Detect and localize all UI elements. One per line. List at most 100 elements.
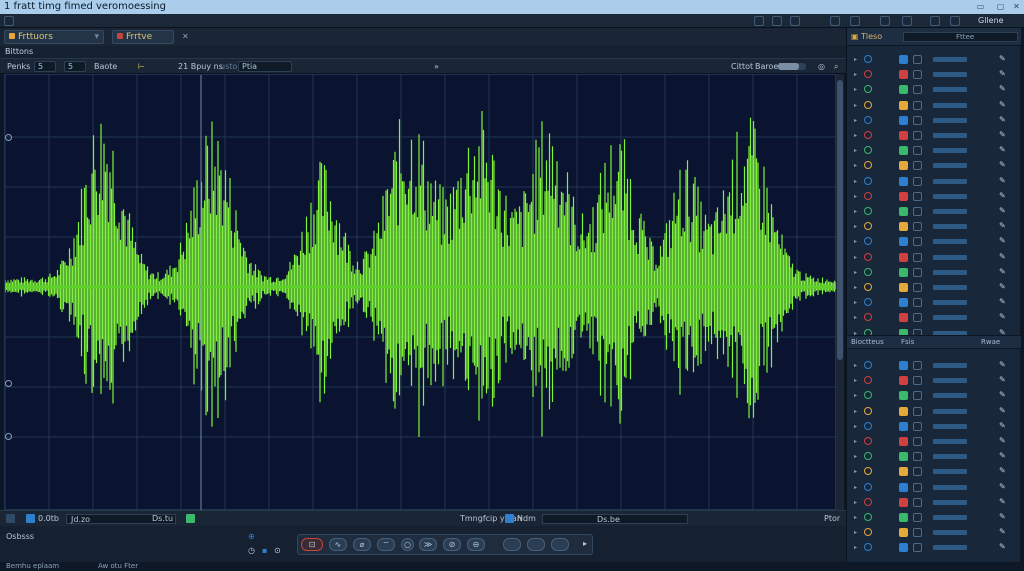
track-monitor-icon[interactable] [864, 115, 872, 124]
track-level-bar[interactable] [933, 393, 967, 399]
track-monitor-icon[interactable] [864, 237, 872, 246]
track-edit-icon[interactable]: ✎ [999, 497, 1007, 507]
play-region-icon[interactable] [26, 514, 35, 523]
track-fx-icon[interactable] [913, 361, 922, 370]
track-monitor-icon[interactable] [864, 497, 872, 506]
track-row[interactable]: ▸ ✎ [851, 312, 1017, 324]
track-fx-icon[interactable] [913, 497, 922, 507]
transport-link-icon[interactable]: ⊕ [248, 532, 255, 541]
track-monitor-icon[interactable] [864, 161, 872, 170]
track-row[interactable]: ▸ ✎ [851, 542, 1017, 554]
track-edit-icon[interactable]: ✎ [999, 436, 1007, 446]
undo-icon[interactable] [830, 16, 840, 26]
track-row[interactable]: ▸ ✎ [851, 436, 1017, 448]
track-arm-icon[interactable]: ▸ [854, 208, 859, 216]
track-edit-icon[interactable]: ✎ [999, 451, 1007, 461]
track-edit-icon[interactable]: ✎ [999, 130, 1007, 140]
track-color-icon[interactable] [899, 115, 908, 125]
track-edit-icon[interactable]: ✎ [999, 54, 1007, 64]
back-button[interactable]: ⌀ [353, 538, 371, 551]
track-monitor-icon[interactable] [864, 467, 872, 476]
track-arm-icon[interactable]: ▸ [854, 269, 859, 277]
track-fx-icon[interactable] [913, 115, 922, 125]
track-row[interactable]: ▸ ✎ [851, 176, 1017, 188]
loop-button[interactable]: ⌔ [377, 538, 395, 551]
option-button-3[interactable] [551, 538, 569, 551]
track-fx-icon[interactable] [913, 467, 922, 477]
track-edit-icon[interactable]: ✎ [999, 69, 1007, 79]
track-color-icon[interactable] [899, 482, 908, 492]
track-fx-icon[interactable] [913, 482, 922, 492]
track-color-icon[interactable] [899, 252, 908, 262]
track-level-bar[interactable] [933, 454, 967, 460]
track-fx-icon[interactable] [913, 283, 922, 292]
track-level-bar[interactable] [933, 163, 967, 169]
track-monitor-icon[interactable] [864, 543, 872, 552]
new-icon[interactable] [754, 16, 764, 26]
track-row[interactable]: ▸ ✎ [851, 191, 1017, 203]
track-monitor-icon[interactable] [864, 55, 872, 63]
track-level-bar[interactable] [933, 378, 967, 384]
track-search-field[interactable]: Fttee [903, 32, 1018, 42]
track-monitor-icon[interactable] [864, 222, 872, 231]
track-fx-icon[interactable] [913, 252, 922, 262]
track-arm-icon[interactable]: ▸ [854, 438, 859, 446]
track-edit-icon[interactable]: ✎ [999, 176, 1007, 186]
track-level-bar[interactable] [933, 224, 967, 230]
track-color-icon[interactable] [899, 376, 908, 386]
track-color-icon[interactable] [899, 283, 908, 292]
track-edit-icon[interactable]: ✎ [999, 236, 1007, 246]
track-arm-icon[interactable]: ▸ [854, 284, 859, 292]
track-fx-icon[interactable] [913, 222, 922, 232]
track-color-icon[interactable] [899, 70, 908, 80]
track-monitor-icon[interactable] [864, 298, 872, 307]
track-arm-icon[interactable]: ▸ [854, 162, 859, 170]
track-arm-icon[interactable]: ▸ [854, 223, 859, 231]
add-tab-icon[interactable]: ✕ [182, 32, 189, 41]
track-fx-icon[interactable] [913, 161, 922, 171]
track-level-bar[interactable] [933, 439, 967, 444]
track-fx-icon[interactable] [913, 146, 922, 156]
track-arm-icon[interactable]: ▸ [854, 529, 859, 537]
track-edit-icon[interactable]: ✎ [999, 252, 1007, 262]
strip-menu-icon[interactable]: ▸ [583, 539, 587, 548]
track-color-icon[interactable] [899, 543, 908, 553]
track-row[interactable]: ▸ ✎ [851, 130, 1017, 142]
track-row[interactable]: ▸ ✎ [851, 206, 1017, 218]
track-fx-icon[interactable] [913, 376, 922, 386]
track-edit-icon[interactable]: ✎ [999, 160, 1007, 170]
track-edit-icon[interactable]: ✎ [999, 527, 1007, 537]
track-color-icon[interactable] [899, 513, 908, 522]
track-row[interactable]: ▸ ✎ [851, 69, 1017, 81]
track-row[interactable]: ▸ ✎ [851, 297, 1017, 309]
track-color-icon[interactable] [899, 176, 908, 186]
track-color-icon[interactable] [899, 207, 908, 216]
track-row[interactable]: ▸ ✎ [851, 221, 1017, 233]
track-edit-icon[interactable]: ✎ [999, 267, 1007, 277]
track-edit-icon[interactable]: ✎ [999, 312, 1007, 322]
track-arm-icon[interactable]: ▸ [854, 71, 859, 79]
forward-button[interactable]: ≫ [419, 538, 437, 551]
track-color-icon[interactable] [899, 222, 908, 232]
track-edit-icon[interactable]: ✎ [999, 390, 1007, 400]
track-edit-icon[interactable]: ✎ [999, 406, 1007, 416]
track-level-bar[interactable] [933, 545, 967, 551]
track-level-bar[interactable] [933, 499, 967, 505]
track-monitor-icon[interactable] [864, 146, 872, 155]
track-fx-icon[interactable] [913, 70, 922, 80]
track-level-bar[interactable] [933, 423, 967, 429]
pitch-field[interactable]: Ptia [238, 61, 292, 72]
track-fx-icon[interactable] [913, 100, 922, 110]
track-edit-icon[interactable]: ✎ [999, 360, 1007, 370]
track-arm-icon[interactable]: ▸ [854, 468, 859, 476]
snap-icon[interactable] [186, 514, 195, 523]
track-arm-icon[interactable]: ▸ [854, 362, 859, 370]
track-monitor-icon[interactable] [864, 283, 872, 291]
menu-icon[interactable] [4, 16, 14, 26]
track-arm-icon[interactable]: ▸ [854, 377, 859, 385]
track-level-bar[interactable] [933, 285, 967, 290]
marker-icon[interactable] [5, 380, 12, 387]
track-arm-icon[interactable]: ▸ [854, 56, 859, 64]
track-monitor-icon[interactable] [864, 207, 872, 215]
track-arm-icon[interactable]: ▸ [854, 314, 859, 322]
